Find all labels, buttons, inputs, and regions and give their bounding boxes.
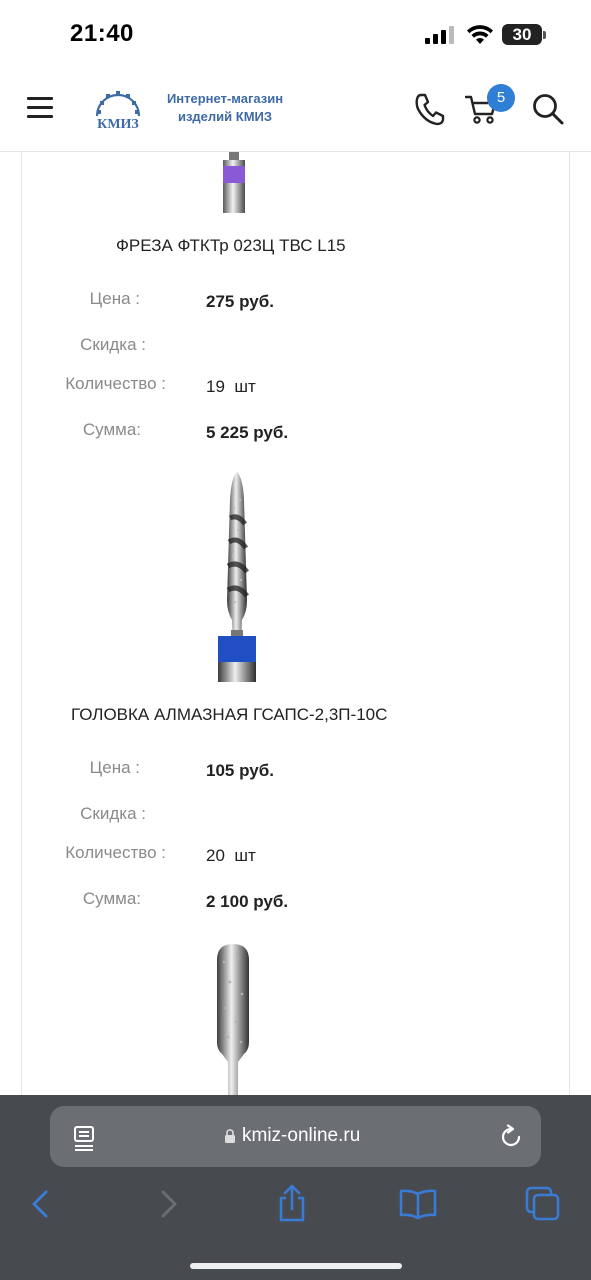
sum-label: Сумма: (82, 889, 141, 908)
home-indicator[interactable] (190, 1263, 402, 1269)
quantity-field[interactable]: 20 шт (206, 846, 256, 866)
quantity-unit: шт (234, 846, 256, 865)
discount-label: Скидка : (80, 804, 146, 823)
band-color-1 (223, 166, 245, 183)
url-text[interactable]: kmiz-online.ru (242, 1125, 360, 1147)
order-items-list: ФРЕЗА ФТКТр 023Ц ТВС L15 Цена : 275 руб.… (0, 152, 591, 1095)
quantity-label: Количество : (65, 843, 166, 862)
price-label: Цена : (89, 289, 140, 308)
lock-icon (225, 1129, 235, 1143)
quantity-value[interactable]: 20 (206, 846, 225, 865)
product-image-3[interactable] (208, 942, 258, 1095)
discount-label: Скидка : (80, 335, 146, 354)
price-value: 105 руб. (206, 761, 274, 780)
price-label: Цена : (89, 758, 140, 777)
reload-icon[interactable] (498, 1124, 524, 1150)
status-time: 21:40 (70, 20, 134, 47)
browser-toolbar: kmiz-online.ru (0, 1095, 591, 1280)
quantity-value[interactable]: 19 (206, 377, 225, 396)
wifi-icon (467, 25, 493, 44)
cart-count-badge[interactable]: 5 (487, 84, 515, 112)
sum-value: 5 225 руб. (206, 423, 289, 442)
back-icon[interactable] (21, 1184, 61, 1224)
logo-emblem[interactable]: КМИЗ (92, 86, 144, 132)
quantity-label: Количество : (65, 374, 166, 393)
battery-nub (543, 31, 546, 39)
logo-title[interactable]: Интернет-магазин изделий КМИЗ (150, 90, 300, 126)
status-bar: 21:40 30 (0, 0, 591, 70)
menu-icon[interactable] (27, 97, 53, 119)
sum-value: 2 100 руб. (206, 892, 289, 911)
share-icon[interactable] (272, 1184, 312, 1224)
price-value: 275 руб. (206, 292, 274, 311)
product-image-1[interactable] (214, 152, 254, 216)
forward-icon (161, 1190, 177, 1218)
logo-line-2: изделий КМИЗ (177, 109, 273, 124)
battery-icon: 30 (502, 24, 542, 45)
phone-icon[interactable] (413, 92, 445, 126)
reader-icon[interactable] (73, 1125, 97, 1151)
address-bar[interactable]: kmiz-online.ru (50, 1106, 541, 1167)
signal-icon (425, 26, 457, 44)
sum-label: Сумма: (82, 420, 141, 439)
bookmarks-icon[interactable] (398, 1184, 438, 1224)
product-name[interactable]: ГОЛОВКА АЛМАЗНАЯ ГСАПС-2,3П-10С (71, 705, 531, 725)
band-color-2 (218, 636, 256, 662)
quantity-field[interactable]: 19 шт (206, 377, 256, 397)
logo-line-1: Интернет-магазин (166, 91, 284, 106)
product-name[interactable]: ФРЕЗА ФТКТр 023Ц ТВС L15 (116, 236, 516, 256)
logo-abbr: КМИЗ (97, 117, 139, 132)
product-image-2[interactable] (212, 470, 262, 682)
tabs-icon[interactable] (523, 1184, 563, 1224)
search-icon[interactable] (531, 92, 565, 126)
card-border (569, 152, 570, 1095)
site-header: КМИЗ Интернет-магазин изделий КМИЗ 5 (0, 70, 591, 152)
quantity-unit: шт (234, 377, 256, 396)
battery-level: 30 (512, 25, 532, 44)
